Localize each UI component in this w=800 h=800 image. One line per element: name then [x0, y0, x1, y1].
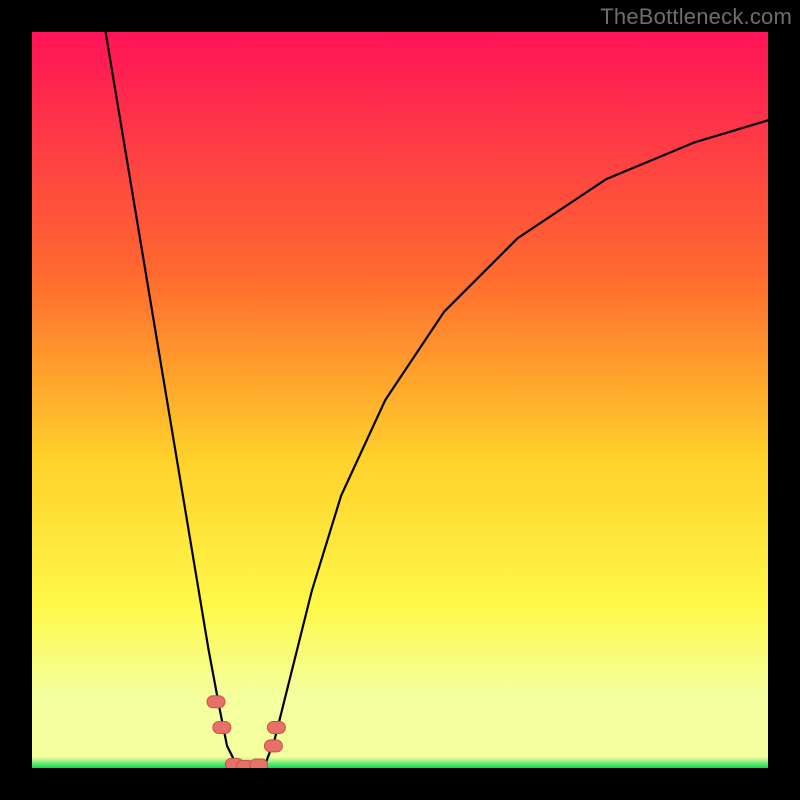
marker-0 — [207, 696, 225, 708]
chart-svg — [32, 32, 768, 768]
marker-6 — [267, 722, 285, 734]
marker-1 — [213, 722, 231, 734]
gradient-background — [32, 32, 768, 768]
marker-5 — [264, 740, 282, 752]
watermark-text: TheBottleneck.com — [600, 4, 792, 30]
chart-area — [32, 32, 768, 768]
marker-4 — [250, 759, 268, 768]
